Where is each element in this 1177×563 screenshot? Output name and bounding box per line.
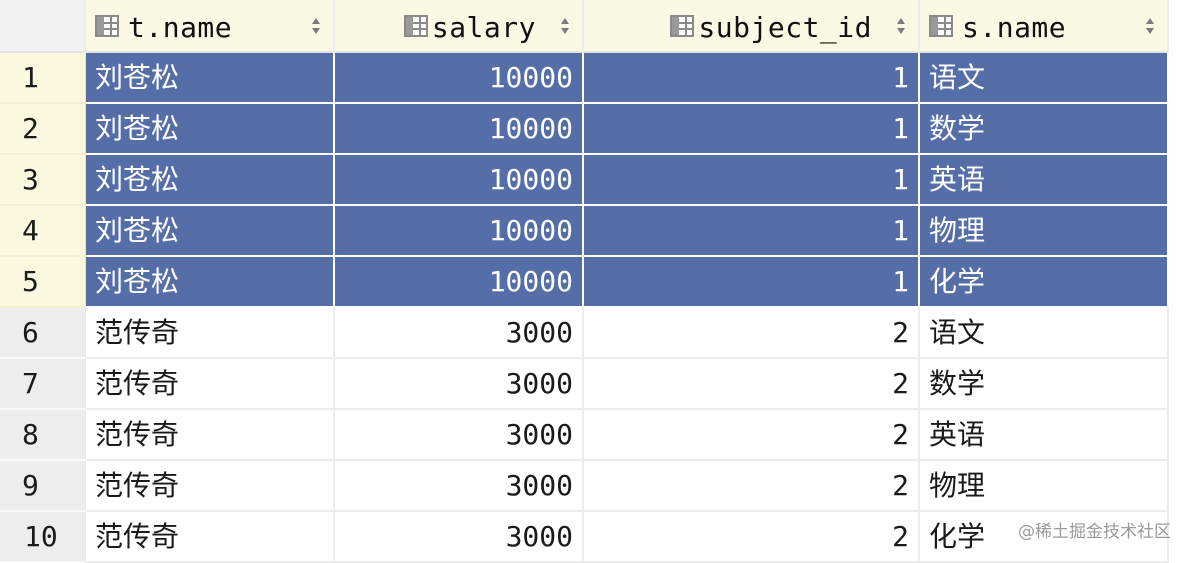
row-number[interactable]: 4	[0, 206, 86, 257]
cell-s_name[interactable]: 物理	[920, 206, 1169, 257]
row-number[interactable]: 7	[0, 359, 86, 410]
row-number[interactable]: 1	[0, 53, 86, 104]
cell-t_name[interactable]: 范传奇	[86, 359, 335, 410]
cell-salary[interactable]: 10000	[335, 155, 584, 206]
table-column-icon	[404, 15, 428, 37]
table-column-icon	[929, 15, 953, 37]
cell-t_name[interactable]: 范传奇	[86, 512, 335, 563]
table-column-icon	[95, 15, 119, 37]
row-number[interactable]: 8	[0, 410, 86, 461]
row-number[interactable]: 2	[0, 104, 86, 155]
column-header-label: salary	[431, 11, 536, 44]
cell-salary[interactable]: 3000	[335, 512, 584, 563]
row-number[interactable]: 10	[0, 512, 86, 563]
cell-t_name[interactable]: 范传奇	[86, 410, 335, 461]
cell-subject_id[interactable]: 1	[584, 206, 920, 257]
cell-salary[interactable]: 10000	[335, 206, 584, 257]
row-number[interactable]: 6	[0, 308, 86, 359]
column-header-label: t.name	[128, 11, 233, 44]
cell-subject_id[interactable]: 1	[584, 53, 920, 104]
cell-s_name[interactable]: 物理	[920, 461, 1169, 512]
cell-salary[interactable]: 3000	[335, 359, 584, 410]
row-number[interactable]: 3	[0, 155, 86, 206]
cell-salary[interactable]: 3000	[335, 461, 584, 512]
column-header-label: s.name	[962, 11, 1067, 44]
cell-s_name[interactable]: 语文	[920, 308, 1169, 359]
cell-subject_id[interactable]: 1	[584, 155, 920, 206]
sort-arrows-icon[interactable]	[896, 17, 906, 35]
cell-salary[interactable]: 10000	[335, 53, 584, 104]
column-header-s_name[interactable]: s.name	[920, 0, 1169, 53]
cell-subject_id[interactable]: 2	[584, 461, 920, 512]
column-header-subject_id[interactable]: subject_id	[584, 0, 920, 53]
header-corner	[0, 0, 86, 53]
cell-salary[interactable]: 10000	[335, 104, 584, 155]
cell-s_name[interactable]: 数学	[920, 104, 1169, 155]
cell-s_name[interactable]: 语文	[920, 53, 1169, 104]
cell-t_name[interactable]: 刘苍松	[86, 155, 335, 206]
column-header-salary[interactable]: salary	[335, 0, 584, 53]
sort-arrows-icon[interactable]	[311, 17, 321, 35]
cell-subject_id[interactable]: 2	[584, 512, 920, 563]
cell-subject_id[interactable]: 1	[584, 257, 920, 308]
cell-t_name[interactable]: 范传奇	[86, 308, 335, 359]
sort-arrows-icon[interactable]	[1145, 17, 1155, 35]
row-number[interactable]: 5	[0, 257, 86, 308]
row-number[interactable]: 9	[0, 461, 86, 512]
cell-t_name[interactable]: 刘苍松	[86, 53, 335, 104]
cell-t_name[interactable]: 范传奇	[86, 461, 335, 512]
cell-salary[interactable]: 10000	[335, 257, 584, 308]
cell-salary[interactable]: 3000	[335, 410, 584, 461]
cell-s_name[interactable]: 英语	[920, 155, 1169, 206]
cell-t_name[interactable]: 刘苍松	[86, 206, 335, 257]
cell-subject_id[interactable]: 1	[584, 104, 920, 155]
column-header-t_name[interactable]: t.name	[86, 0, 335, 53]
cell-salary[interactable]: 3000	[335, 308, 584, 359]
cell-s_name[interactable]: 化学	[920, 257, 1169, 308]
cell-subject_id[interactable]: 2	[584, 359, 920, 410]
cell-subject_id[interactable]: 2	[584, 410, 920, 461]
cell-t_name[interactable]: 刘苍松	[86, 104, 335, 155]
cell-s_name[interactable]: 数学	[920, 359, 1169, 410]
cell-subject_id[interactable]: 2	[584, 308, 920, 359]
table-column-icon	[670, 15, 694, 37]
watermark: @稀土掘金技术社区	[1018, 522, 1171, 542]
sort-arrows-icon[interactable]	[560, 17, 570, 35]
cell-t_name[interactable]: 刘苍松	[86, 257, 335, 308]
cell-s_name[interactable]: 英语	[920, 410, 1169, 461]
column-header-label: subject_id	[698, 11, 872, 44]
